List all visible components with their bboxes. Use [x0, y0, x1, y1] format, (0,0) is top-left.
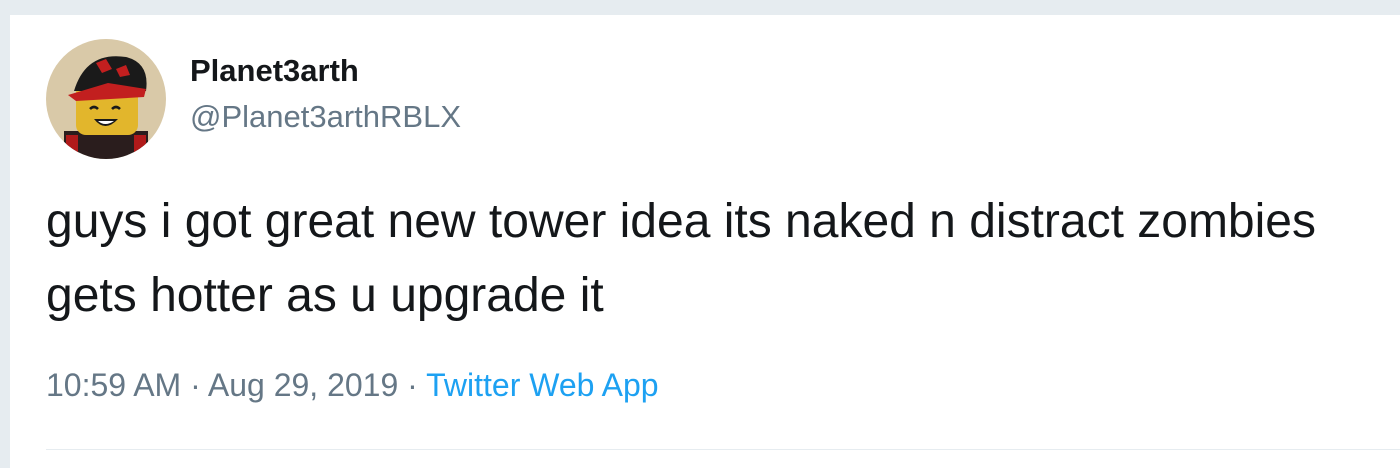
tweet-metadata: 10:59 AM · Aug 29, 2019 · Twitter Web Ap…: [46, 365, 659, 405]
avatar-icon: [46, 39, 166, 159]
meta-separator: ·: [190, 367, 201, 403]
avatar[interactable]: [46, 39, 166, 159]
author-handle[interactable]: @Planet3arthRBLX: [190, 99, 461, 135]
tweet-text: guys i got great new tower idea its nake…: [46, 195, 1316, 322]
tweet-card: Planet3arth @Planet3arthRBLX guys i got …: [10, 14, 1400, 468]
author-name[interactable]: Planet3arth: [190, 53, 359, 89]
tweet-date[interactable]: Aug 29, 2019: [208, 367, 398, 403]
tweet-time[interactable]: 10:59 AM: [46, 367, 181, 403]
meta-separator: ·: [407, 367, 418, 403]
divider: [46, 449, 1400, 450]
tweet-source-link[interactable]: Twitter Web App: [426, 367, 658, 403]
